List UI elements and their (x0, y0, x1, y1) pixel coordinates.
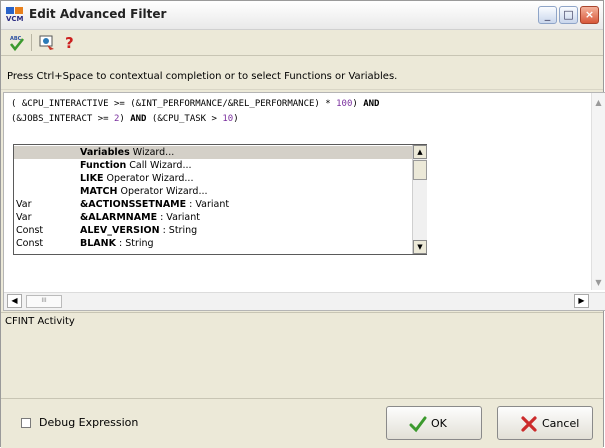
expression-keyword: AND (363, 99, 380, 109)
expression-line-2[interactable]: (&JOBS_INTERACT >= 2) AND (&CPU_TASK > 1… (11, 114, 239, 124)
checkmark-icon (409, 416, 427, 433)
close-button[interactable]: × (580, 6, 599, 24)
completion-item-text: LIKE Operator Wizard... (80, 172, 193, 185)
help-button[interactable]: ? (61, 33, 81, 52)
completion-item-text: MATCH Operator Wizard... (80, 185, 208, 198)
completion-item[interactable]: Const BLANK : String (14, 237, 412, 250)
completion-item[interactable]: Const ALEV_VERSION : String (14, 224, 412, 237)
completion-item-name: Function (80, 160, 127, 171)
completion-item-text: &ACTIONSSETNAME : Variant (80, 198, 229, 211)
completion-item[interactable]: Var &ALARMNAME : Variant (14, 211, 412, 224)
expression-number: 100 (336, 99, 353, 109)
completion-item-text: ALEV_VERSION : String (80, 224, 197, 237)
cancel-button[interactable]: Cancel (497, 406, 593, 440)
edit-advanced-filter-dialog: VCM Edit Advanced Filter _ □ × ABC ? Pre… (0, 0, 605, 448)
title-bar[interactable]: VCM Edit Advanced Filter _ □ × (1, 1, 603, 30)
completion-scrollbar[interactable]: ▲ ▼ (412, 145, 427, 254)
completion-item-suffix: Operator Wizard... (117, 186, 208, 197)
expression-token: (&JOBS_INTERACT >= (11, 114, 114, 124)
app-icon-block-blue (6, 7, 14, 14)
debug-expression-label[interactable]: Debug Expression (39, 416, 138, 429)
expression-token: ) (352, 99, 364, 109)
completion-item-category: Var (16, 199, 32, 210)
completion-item[interactable]: LIKE Operator Wizard... (14, 172, 412, 185)
expression-token: (&CPU_TASK > (146, 114, 223, 124)
completion-item[interactable]: MATCH Operator Wizard... (14, 185, 412, 198)
completion-hint: Press Ctrl+Space to contextual completio… (7, 71, 398, 82)
scroll-left-icon[interactable]: ◀ (7, 294, 22, 308)
spell-check-icon: ABC (9, 36, 25, 52)
completion-item-suffix: : String (159, 225, 198, 236)
completion-item-category: Const (16, 238, 44, 249)
completion-item-name: Variables (80, 147, 130, 158)
completion-list[interactable]: Variables Wizard... Function Call Wizard.… (13, 144, 427, 255)
scroll-right-icon[interactable]: ▶ (574, 294, 589, 308)
scroll-down-icon[interactable]: ▼ (591, 275, 605, 290)
spell-check-button[interactable]: ABC (7, 33, 27, 52)
expression-line-1[interactable]: ( &CPU_INTERACTIVE >= (&INT_PERFORMANCE/… (11, 99, 379, 109)
completion-item-name: MATCH (80, 186, 118, 197)
completion-item-text: Variables Wizard... (80, 146, 174, 159)
completion-item-suffix: Operator Wizard... (103, 173, 194, 184)
completion-scroll-thumb[interactable] (413, 160, 427, 180)
horizontal-scroll-thumb[interactable]: III (26, 295, 62, 308)
expression-keyword: AND (130, 114, 147, 124)
debug-expression-checkbox[interactable] (21, 418, 31, 428)
dialog-footer: Debug Expression OK Cancel (1, 398, 603, 448)
completion-item-category: Const (16, 225, 44, 236)
completion-item-text: &ALARMNAME : Variant (80, 211, 200, 224)
completion-item[interactable]: Variables Wizard... (14, 146, 412, 159)
toolbar-separator (31, 34, 32, 51)
expression-number: 10 (222, 114, 234, 124)
editor-horizontal-scrollbar[interactable]: ◀ III ▶ (4, 292, 605, 310)
window-title: Edit Advanced Filter (29, 7, 167, 21)
completion-item-name: &ALARMNAME (80, 212, 158, 223)
scroll-up-icon[interactable]: ▲ (591, 95, 605, 110)
app-icon: VCM (6, 7, 24, 23)
expression-wizard-button[interactable] (38, 33, 58, 52)
completion-item-suffix: : Variant (157, 212, 200, 223)
toolbar: ABC ? (1, 30, 603, 56)
completion-item[interactable]: Var &ACTIONSSETNAME : Variant (14, 198, 412, 211)
completion-item-suffix: Wizard... (129, 147, 175, 158)
help-icon: ? (65, 34, 74, 52)
cancel-x-icon (521, 416, 537, 432)
completion-item-text: Function Call Wizard... (80, 159, 192, 172)
completion-item-name: ALEV_VERSION (80, 225, 160, 236)
ok-label: OK (431, 417, 447, 430)
completion-item-name: BLANK (80, 238, 116, 249)
completion-scroll-up-icon[interactable]: ▲ (413, 145, 427, 159)
completion-item-name: LIKE (80, 173, 104, 184)
completion-item-text: BLANK : String (80, 237, 154, 250)
description-text: CFINT Activity (5, 316, 75, 327)
completion-item-suffix: : String (115, 238, 154, 249)
completion-scroll-down-icon[interactable]: ▼ (413, 240, 427, 254)
expression-token: ) (119, 114, 131, 124)
wizard-icon (39, 35, 54, 50)
completion-item-category: Var (16, 212, 32, 223)
completion-item-suffix: Call Wizard... (126, 160, 192, 171)
description-panel: CFINT Activity (1, 312, 603, 399)
completion-item-name: &ACTIONSSETNAME (80, 199, 187, 210)
minimize-button[interactable]: _ (538, 6, 557, 24)
expression-token: ( &CPU_INTERACTIVE >= (&INT_PERFORMANCE/… (11, 99, 337, 109)
maximize-button[interactable]: □ (559, 6, 578, 24)
editor-vertical-scrollbar[interactable] (591, 93, 605, 290)
app-icon-block-orange (15, 7, 23, 14)
completion-item[interactable]: Function Call Wizard... (14, 159, 412, 172)
hint-divider (1, 89, 603, 90)
ok-button[interactable]: OK (386, 406, 482, 440)
completion-item-suffix: : Variant (186, 199, 230, 210)
cancel-label: Cancel (542, 417, 580, 430)
help-label: ? (65, 34, 74, 52)
expression-token: ) (233, 114, 239, 124)
app-icon-text: VCM (6, 15, 24, 23)
